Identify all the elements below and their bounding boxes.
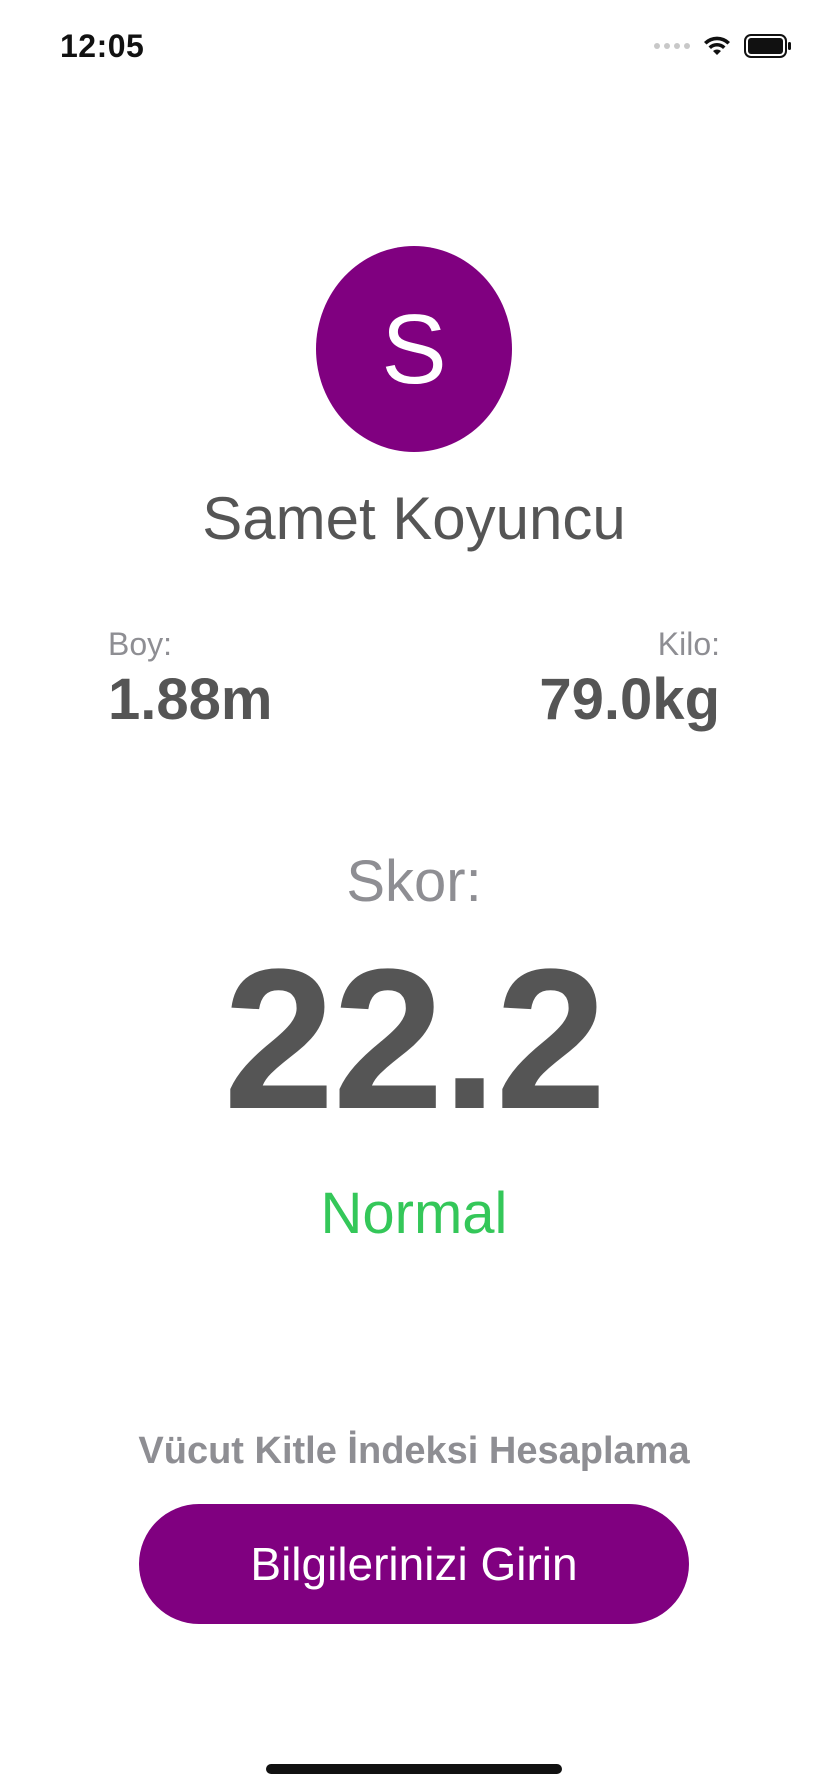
score-label: Skor: [346,849,482,914]
wifi-icon [704,36,730,55]
avatar: S [316,246,512,452]
enter-info-button-label: Bilgilerinizi Girin [250,1538,578,1590]
height-value: 1.88m [108,667,273,732]
enter-info-button[interactable]: Bilgilerinizi Girin [139,1504,689,1624]
avatar-initial: S [381,293,447,404]
score-value: 22.2 [223,928,606,1151]
status-time: 12:05 [60,28,145,64]
score-result: Normal [320,1181,508,1246]
calculator-title: Vücut Kitle İndeksi Hesaplama [138,1430,690,1472]
weight-label: Kilo: [657,626,720,662]
status-icons [654,34,792,58]
home-indicator[interactable] [266,1764,562,1774]
height-label: Boy: [108,626,173,662]
cellular-signal-icon [654,43,690,49]
battery-icon [744,34,791,58]
user-name: Samet Koyuncu [202,485,626,552]
status-bar: 12:05 [0,0,828,100]
weight-value: 79.0kg [539,667,720,732]
